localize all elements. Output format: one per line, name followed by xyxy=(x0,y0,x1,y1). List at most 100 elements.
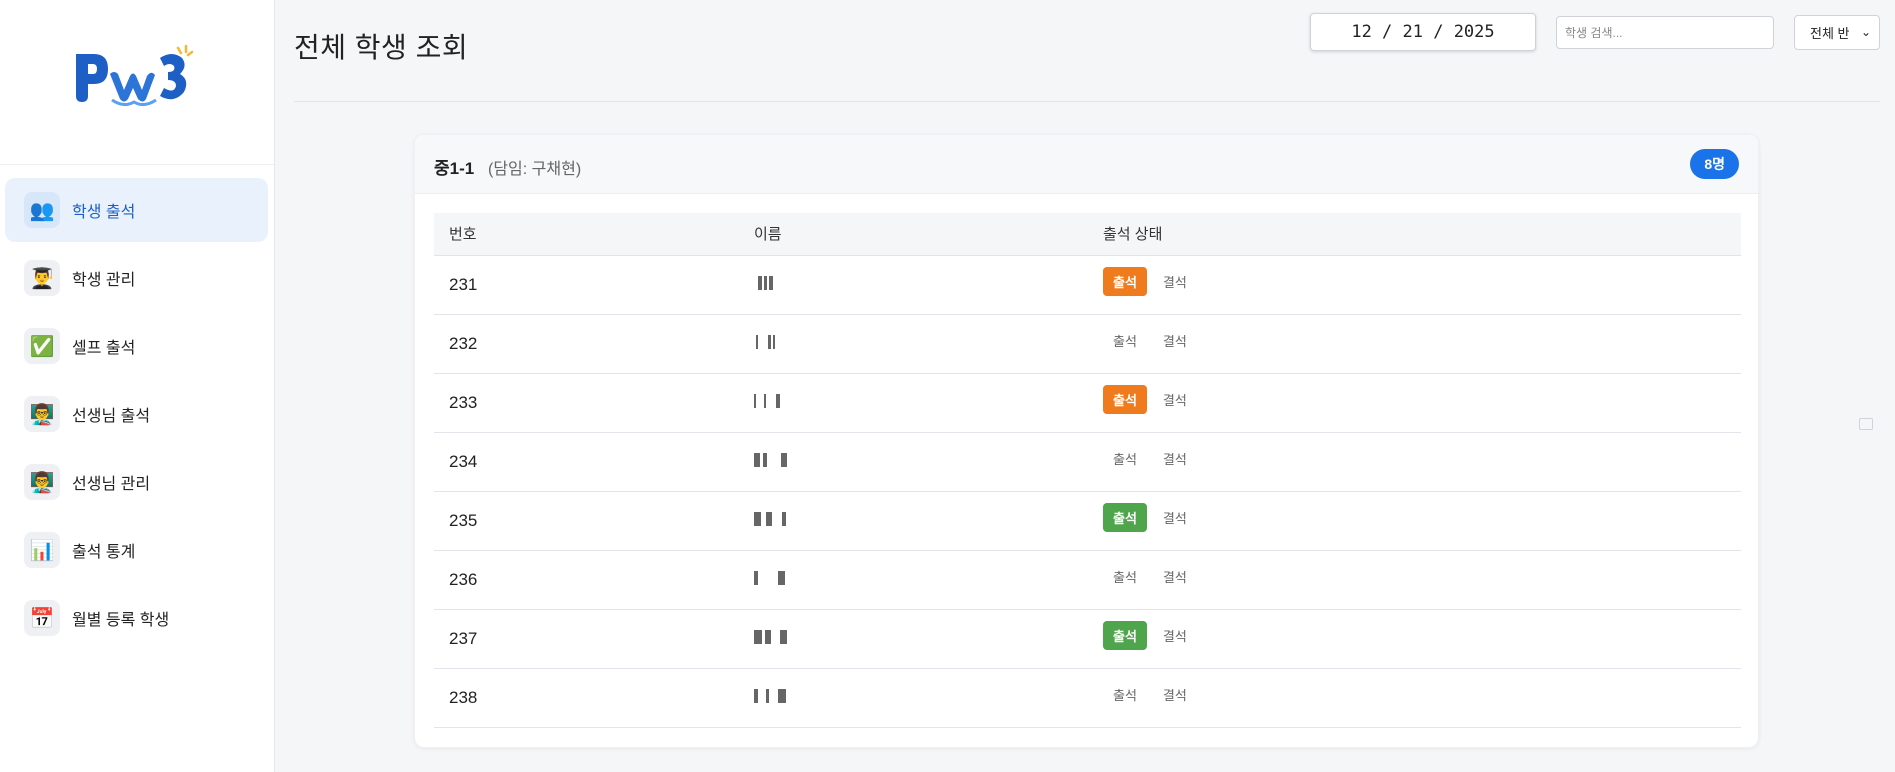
table-row: 232 출석 결석 xyxy=(434,314,1741,374)
chevron-down-icon: ⌄ xyxy=(1860,25,1871,39)
present-button[interactable]: 출석 xyxy=(1103,680,1147,709)
table-row: 231 출석 결석 xyxy=(434,255,1741,315)
student-name-cell xyxy=(739,314,1088,374)
redacted-name xyxy=(754,334,796,349)
student-number: 232 xyxy=(434,314,739,374)
sidebar-item-label: 셀프 출석 xyxy=(72,340,136,357)
redacted-name xyxy=(754,511,796,526)
checkmark-icon: ✅ xyxy=(24,328,60,364)
student-number: 234 xyxy=(434,432,739,492)
absent-button[interactable]: 결석 xyxy=(1153,267,1197,296)
sidebar-item-label: 월별 등록 학생 xyxy=(72,612,170,629)
attendance-status-cell: 출석 결석 xyxy=(1088,668,1741,728)
table-row: 238 출석 결석 xyxy=(434,668,1741,728)
absent-button[interactable]: 결석 xyxy=(1153,326,1197,355)
teacher-icon: 👨‍🏫 xyxy=(24,396,60,432)
redacted-name xyxy=(754,629,796,644)
column-header-name: 이름 xyxy=(739,213,1088,256)
absent-button[interactable]: 결석 xyxy=(1153,621,1197,650)
main-content: 전체 학생 조회 12 / 21 / 2025 전체 반 ⌄ 중1-1 (담임:… xyxy=(275,0,1895,772)
students-icon: 👥 xyxy=(24,192,60,228)
student-number: 237 xyxy=(434,609,739,669)
status-buttons: 출석 결석 xyxy=(1103,680,1741,709)
absent-button[interactable]: 결석 xyxy=(1153,503,1197,532)
present-button[interactable]: 출석 xyxy=(1103,562,1147,591)
column-header-status: 출석 상태 xyxy=(1088,213,1741,256)
attendance-table: 번호 이름 출석 상태 231 출석 결석 232 출석 결석 233 출석 결석 234 출석 결석… xyxy=(434,213,1741,728)
sidebar-item-monthly-students[interactable]: 📅 월별 등록 학생 xyxy=(5,586,268,650)
absent-button[interactable]: 결석 xyxy=(1153,385,1197,414)
student-name-cell xyxy=(739,550,1088,610)
sidebar: 👥 학생 출석 👨‍🎓 학생 관리 ✅ 셀프 출석 👨‍🏫 선생님 출석 👨‍🏫… xyxy=(0,0,275,772)
sidebar-item-student-management[interactable]: 👨‍🎓 학생 관리 xyxy=(5,246,268,310)
sidebar-item-label: 선생님 관리 xyxy=(72,476,151,493)
status-buttons: 출석 결석 xyxy=(1103,444,1741,473)
redacted-name xyxy=(754,570,796,585)
sidebar-item-label: 학생 출석 xyxy=(72,204,136,221)
search-input[interactable] xyxy=(1556,16,1774,49)
status-buttons: 출석 결석 xyxy=(1103,385,1741,414)
header-divider xyxy=(294,101,1880,102)
redacted-name xyxy=(754,688,796,703)
table-header-row: 번호 이름 출석 상태 xyxy=(434,213,1741,256)
class-card-header: 중1-1 (담임: 구채현) 8명 xyxy=(415,135,1758,194)
student-number: 235 xyxy=(434,491,739,551)
table-row: 234 출석 결석 xyxy=(434,432,1741,492)
redacted-name xyxy=(754,393,796,408)
status-buttons: 출석 결석 xyxy=(1103,326,1741,355)
sidebar-item-label: 학생 관리 xyxy=(72,272,136,289)
student-name-cell xyxy=(739,255,1088,315)
status-buttons: 출석 결석 xyxy=(1103,503,1741,532)
student-name-cell xyxy=(739,373,1088,433)
attendance-status-cell: 출석 결석 xyxy=(1088,314,1741,374)
sidebar-item-label: 선생님 출석 xyxy=(72,408,151,425)
present-button[interactable]: 출석 xyxy=(1103,444,1147,473)
student-name-cell xyxy=(739,668,1088,728)
attendance-status-cell: 출석 결석 xyxy=(1088,373,1741,433)
present-button[interactable]: 출석 xyxy=(1103,326,1147,355)
student-name-cell xyxy=(739,432,1088,492)
attendance-status-cell: 출석 결석 xyxy=(1088,255,1741,315)
sidebar-item-teacher-management[interactable]: 👨‍🏫 선생님 관리 xyxy=(5,450,268,514)
sidebar-item-self-attendance[interactable]: ✅ 셀프 출석 xyxy=(5,314,268,378)
logo[interactable] xyxy=(72,44,196,108)
class-select[interactable]: 전체 반 ⌄ xyxy=(1794,15,1880,50)
table-row: 236 출석 결석 xyxy=(434,550,1741,610)
absent-button[interactable]: 결석 xyxy=(1153,680,1197,709)
status-buttons: 출석 결석 xyxy=(1103,621,1741,650)
student-name-cell xyxy=(739,491,1088,551)
absent-button[interactable]: 결석 xyxy=(1153,444,1197,473)
present-button[interactable]: 출석 xyxy=(1103,267,1147,296)
page-title: 전체 학생 조회 xyxy=(294,32,469,63)
attendance-status-cell: 출석 결석 xyxy=(1088,491,1741,551)
redacted-name xyxy=(754,275,796,290)
student-number: 238 xyxy=(434,668,739,728)
present-button[interactable]: 출석 xyxy=(1103,621,1147,650)
student-manage-icon: 👨‍🎓 xyxy=(24,260,60,296)
sidebar-item-attendance-stats[interactable]: 📊 출석 통계 xyxy=(5,518,268,582)
class-name: 중1-1 xyxy=(434,159,475,178)
homeroom-teacher: (담임: 구채현) xyxy=(488,161,582,178)
present-button[interactable]: 출석 xyxy=(1103,385,1147,414)
sidebar-item-label: 출석 통계 xyxy=(72,544,136,561)
sidebar-item-teacher-attendance[interactable]: 👨‍🏫 선생님 출석 xyxy=(5,382,268,446)
table-row: 233 출석 결석 xyxy=(434,373,1741,433)
student-name-cell xyxy=(739,609,1088,669)
student-number: 231 xyxy=(434,255,739,315)
absent-button[interactable]: 결석 xyxy=(1153,562,1197,591)
calendar-icon: 📅 xyxy=(24,600,60,636)
redacted-name xyxy=(754,452,796,467)
table-row: 235 출석 결석 xyxy=(434,491,1741,551)
sidebar-item-student-attendance[interactable]: 👥 학생 출석 xyxy=(5,178,268,242)
logo-area xyxy=(0,0,274,165)
student-count-badge: 8명 xyxy=(1690,149,1739,179)
sidebar-nav: 👥 학생 출석 👨‍🎓 학생 관리 ✅ 셀프 출석 👨‍🏫 선생님 출석 👨‍🏫… xyxy=(0,165,274,650)
table-row: 237 출석 결석 xyxy=(434,609,1741,669)
box-icon xyxy=(1859,418,1873,430)
column-header-number: 번호 xyxy=(434,213,739,256)
chart-icon: 📊 xyxy=(24,532,60,568)
attendance-status-cell: 출석 결석 xyxy=(1088,609,1741,669)
date-input[interactable]: 12 / 21 / 2025 xyxy=(1310,13,1536,51)
class-card: 중1-1 (담임: 구채현) 8명 번호 이름 출석 상태 231 출석 결석 232… xyxy=(414,134,1759,748)
present-button[interactable]: 출석 xyxy=(1103,503,1147,532)
